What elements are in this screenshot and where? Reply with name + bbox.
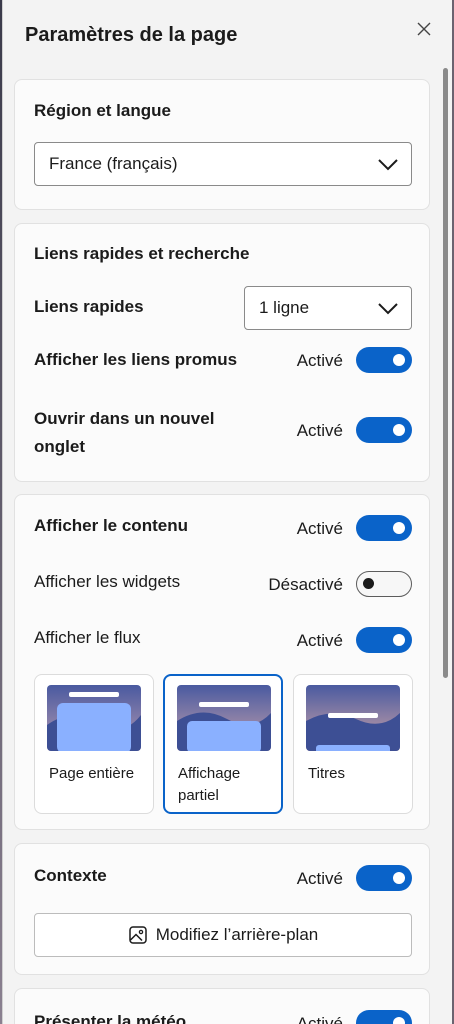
context-heading: Contexte — [34, 866, 107, 885]
context-toggle[interactable] — [356, 865, 412, 891]
toggle-knob — [393, 424, 405, 436]
layout-thumbnail-titles — [306, 685, 400, 751]
scrollbar-thumb[interactable] — [443, 68, 448, 678]
layout-label-full-page: Page entière — [49, 765, 135, 782]
quicklinks-select-value: 1 ligne — [259, 298, 310, 317]
toggle-knob — [393, 634, 405, 646]
layout-label-partial: Affichage partiel — [178, 765, 241, 804]
promoted-links-status: Activé — [296, 351, 343, 370]
layout-option-full-page[interactable]: Page entière — [34, 674, 154, 814]
scrollbar[interactable] — [440, 62, 450, 1024]
weather-status: Activé — [296, 1014, 343, 1024]
layout-option-titles[interactable]: Titres — [293, 674, 413, 814]
image-icon — [128, 926, 147, 944]
region-select-value: France (français) — [49, 154, 178, 173]
quicklinks-label: Liens rapides — [34, 297, 144, 316]
promoted-links-label: Afficher les liens promus — [34, 350, 238, 369]
content-status: Activé — [296, 519, 343, 538]
weather-toggle[interactable] — [356, 1010, 412, 1024]
weather-heading: Présenter la météo — [34, 1012, 187, 1024]
layout-thumbnail-partial — [177, 685, 271, 751]
toggle-knob — [393, 522, 405, 534]
change-background-label: Modifiez l’arrière-plan — [155, 925, 319, 944]
feed-status: Activé — [296, 631, 343, 650]
toggle-knob — [393, 872, 405, 884]
close-button[interactable] — [411, 16, 437, 42]
context-status: Activé — [296, 869, 343, 888]
chevron-down-icon — [378, 159, 398, 171]
change-background-button[interactable]: Modifiez l’arrière-plan — [34, 913, 412, 957]
chevron-down-icon — [378, 303, 398, 315]
layout-thumbnail-full-page — [47, 685, 141, 751]
promoted-links-toggle[interactable] — [356, 347, 412, 373]
layout-option-partial[interactable]: Affichage partiel — [163, 674, 283, 814]
quicklinks-heading: Liens rapides et recherche — [34, 244, 250, 263]
region-select[interactable]: France (français) — [34, 142, 412, 186]
widgets-status: Désactivé — [268, 575, 343, 594]
toggle-knob — [393, 1017, 405, 1024]
region-heading: Région et langue — [34, 101, 171, 120]
newtab-label: Ouvrir dans un nouvel onglet — [34, 409, 215, 456]
content-toggle[interactable] — [356, 515, 412, 541]
content-heading: Afficher le contenu — [34, 516, 188, 535]
feed-label: Afficher le flux — [34, 628, 141, 647]
feed-toggle[interactable] — [356, 627, 412, 653]
widgets-label: Afficher les widgets — [34, 572, 181, 591]
panel-title: Paramètres de la page — [25, 24, 238, 46]
toggle-knob — [363, 578, 374, 589]
close-icon — [417, 22, 431, 36]
page-settings-panel: Paramètres de la page Région et langue F… — [2, 0, 452, 1024]
widgets-toggle[interactable] — [356, 571, 412, 597]
layout-label-titles: Titres — [308, 765, 345, 782]
newtab-toggle[interactable] — [356, 417, 412, 443]
newtab-status: Activé — [296, 421, 343, 440]
toggle-knob — [393, 354, 405, 366]
quicklinks-select[interactable]: 1 ligne — [244, 286, 412, 330]
